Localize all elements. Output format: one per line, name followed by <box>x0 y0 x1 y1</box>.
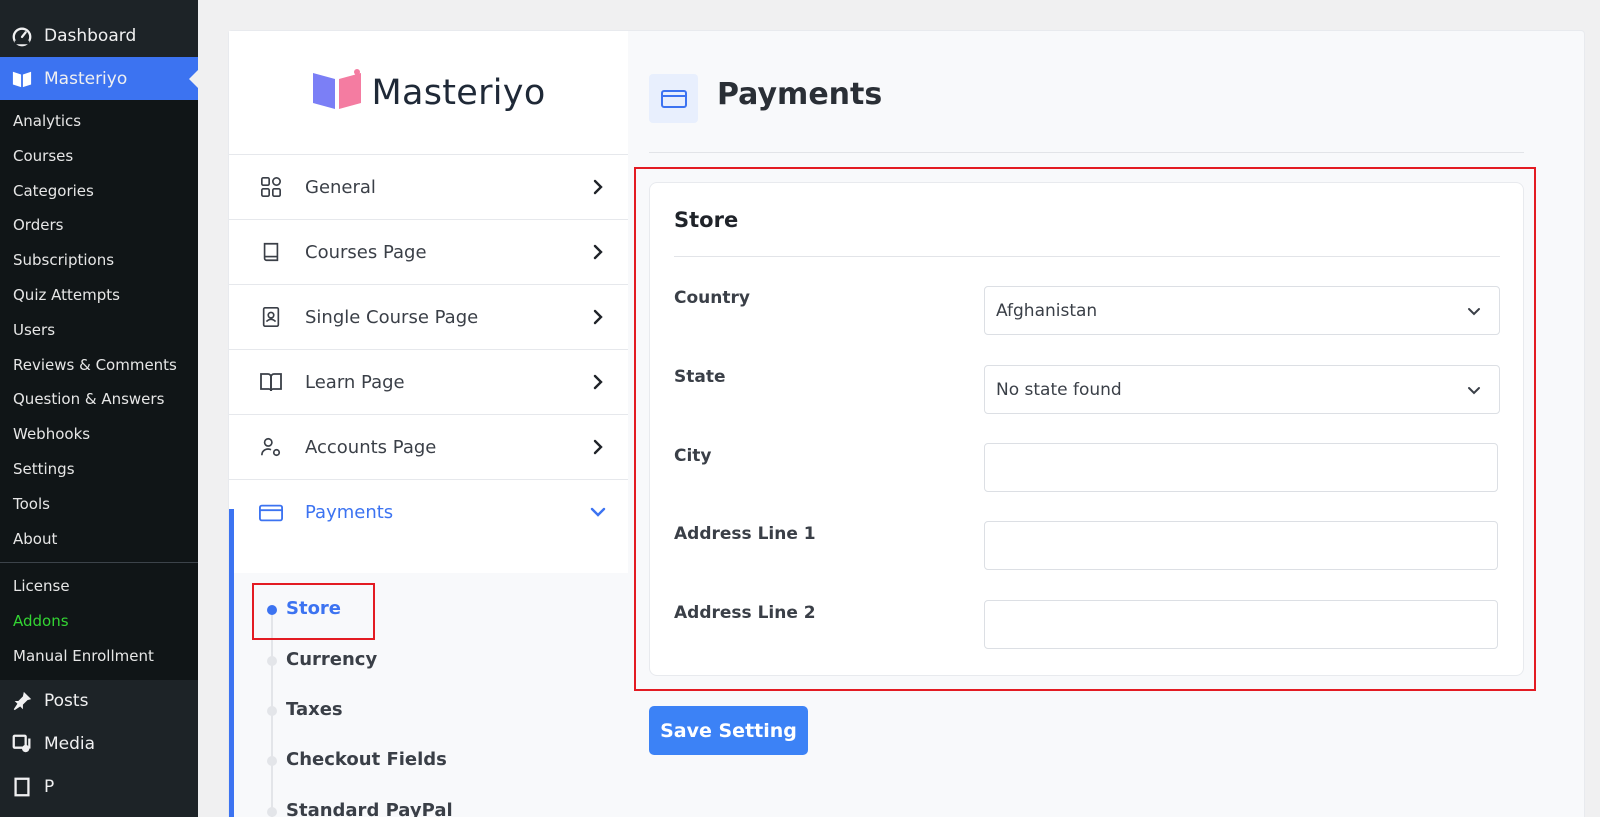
nav-label: Single Course Page <box>305 306 479 328</box>
nav-general[interactable]: General <box>229 155 628 220</box>
wp-menu-label: P <box>44 777 55 798</box>
address-line-1-label: Address Line 1 <box>674 524 816 544</box>
chevron-right-icon <box>593 439 603 455</box>
wp-menu-label: Posts <box>44 691 89 712</box>
credit-card-icon <box>649 74 698 123</box>
nav-label: General <box>305 176 376 198</box>
wp-submenu-about[interactable]: About <box>0 522 198 557</box>
wp-submenu-analytics[interactable]: Analytics <box>0 104 198 139</box>
chevron-down-icon <box>590 507 606 517</box>
store-settings-card: Store Country Afghanistan State No state… <box>649 182 1524 676</box>
dashboard-icon <box>10 24 34 48</box>
masteriyo-submenu: Analytics Courses Categories Orders Subs… <box>0 100 198 680</box>
masteriyo-logo-icon <box>311 69 363 116</box>
state-value: No state found <box>996 379 1122 400</box>
wp-admin-sidebar: Dashboard Masteriyo Analytics Courses Ca… <box>0 0 198 817</box>
wp-submenu-addons[interactable]: Addons <box>0 604 198 639</box>
wp-menu-bottom: Posts Media P <box>0 679 198 809</box>
header-divider <box>649 152 1524 153</box>
card-divider <box>674 256 1500 257</box>
nav-single-course-page[interactable]: Single Course Page <box>229 285 628 350</box>
wp-menu-label: Dashboard <box>44 25 137 46</box>
city-label: City <box>674 446 712 466</box>
nav-payments[interactable]: Payments <box>229 480 628 545</box>
nav-label: Accounts Page <box>305 436 437 458</box>
media-icon <box>10 732 34 756</box>
pin-icon <box>10 689 34 713</box>
nav-learn-page[interactable]: Learn Page <box>229 350 628 415</box>
submenu-store[interactable]: Store <box>286 598 341 619</box>
pages-icon <box>10 775 34 799</box>
wp-menu-pages[interactable]: P <box>0 766 198 809</box>
open-book-icon <box>259 370 283 394</box>
nav-courses-page[interactable]: Courses Page <box>229 220 628 285</box>
wp-submenu-orders[interactable]: Orders <box>0 208 198 243</box>
chevron-right-icon <box>593 179 603 195</box>
submenu-taxes[interactable]: Taxes <box>286 699 343 720</box>
address-line-2-label: Address Line 2 <box>674 603 816 623</box>
submenu-divider <box>0 562 198 564</box>
wp-submenu-webhooks[interactable]: Webhooks <box>0 417 198 452</box>
state-select[interactable]: No state found <box>984 365 1500 414</box>
logo-text: Masteriyo <box>371 72 546 113</box>
page-title: Payments <box>717 77 883 112</box>
address-line-2-input[interactable] <box>984 600 1498 649</box>
wp-menu-media[interactable]: Media <box>0 723 198 766</box>
wp-menu-dashboard[interactable]: Dashboard <box>0 14 198 57</box>
wp-menu-label: Masteriyo <box>44 68 128 89</box>
nav-label: Courses Page <box>305 241 427 263</box>
wp-submenu-users[interactable]: Users <box>0 313 198 348</box>
settings-content: Payments Store Country Afghanistan State… <box>629 31 1586 817</box>
country-value: Afghanistan <box>996 300 1098 321</box>
wp-submenu-settings[interactable]: Settings <box>0 452 198 487</box>
submenu-dot <box>267 656 277 666</box>
submenu-currency[interactable]: Currency <box>286 649 377 670</box>
book-icon <box>259 240 283 264</box>
submenu-dot <box>267 706 277 716</box>
submenu-standard-paypal[interactable]: Standard PayPal <box>286 800 453 817</box>
save-setting-button[interactable]: Save Setting <box>649 706 808 755</box>
wp-submenu-categories[interactable]: Categories <box>0 174 198 209</box>
wp-menu-label: Media <box>44 734 96 755</box>
submenu-dot <box>267 756 277 766</box>
wp-submenu-question-answers[interactable]: Question & Answers <box>0 382 198 417</box>
wp-submenu-courses[interactable]: Courses <box>0 139 198 174</box>
nav-accounts-page[interactable]: Accounts Page <box>229 415 628 480</box>
country-label: Country <box>674 288 750 308</box>
wp-submenu-subscriptions[interactable]: Subscriptions <box>0 243 198 278</box>
contact-book-icon <box>259 305 283 329</box>
masteriyo-logo: Masteriyo <box>229 31 628 155</box>
address-line-1-input[interactable] <box>984 521 1498 570</box>
nav-label: Payments <box>305 502 394 523</box>
chevron-down-icon <box>1468 308 1480 316</box>
user-settings-icon <box>259 435 283 459</box>
settings-nav: Masteriyo General Courses Page Single Co… <box>229 31 628 817</box>
wp-submenu-manual-enrollment[interactable]: Manual Enrollment <box>0 639 198 674</box>
credit-card-icon <box>259 501 283 525</box>
wp-menu-posts[interactable]: Posts <box>0 680 198 723</box>
wp-menu-masteriyo[interactable]: Masteriyo <box>0 57 198 100</box>
wp-submenu-license[interactable]: License <box>0 569 198 604</box>
grid-icon <box>259 175 283 199</box>
chevron-right-icon <box>593 244 603 260</box>
state-label: State <box>674 367 726 387</box>
submenu-dot <box>267 605 277 615</box>
country-select[interactable]: Afghanistan <box>984 286 1500 335</box>
chevron-right-icon <box>593 374 603 390</box>
wp-submenu-tools[interactable]: Tools <box>0 487 198 522</box>
chevron-down-icon <box>1468 387 1480 395</box>
payments-submenu: Store Currency Taxes Checkout Fields Sta… <box>234 573 628 817</box>
card-title: Store <box>674 208 739 232</box>
submenu-checkout-fields[interactable]: Checkout Fields <box>286 749 447 770</box>
masteriyo-book-icon <box>10 67 34 91</box>
wp-submenu-quiz-attempts[interactable]: Quiz Attempts <box>0 278 198 313</box>
submenu-dot <box>267 807 277 817</box>
city-input[interactable] <box>984 443 1498 492</box>
wp-submenu-reviews[interactable]: Reviews & Comments <box>0 348 198 383</box>
settings-panel: Masteriyo General Courses Page Single Co… <box>228 30 1585 817</box>
chevron-right-icon <box>593 309 603 325</box>
nav-label: Learn Page <box>305 371 405 393</box>
